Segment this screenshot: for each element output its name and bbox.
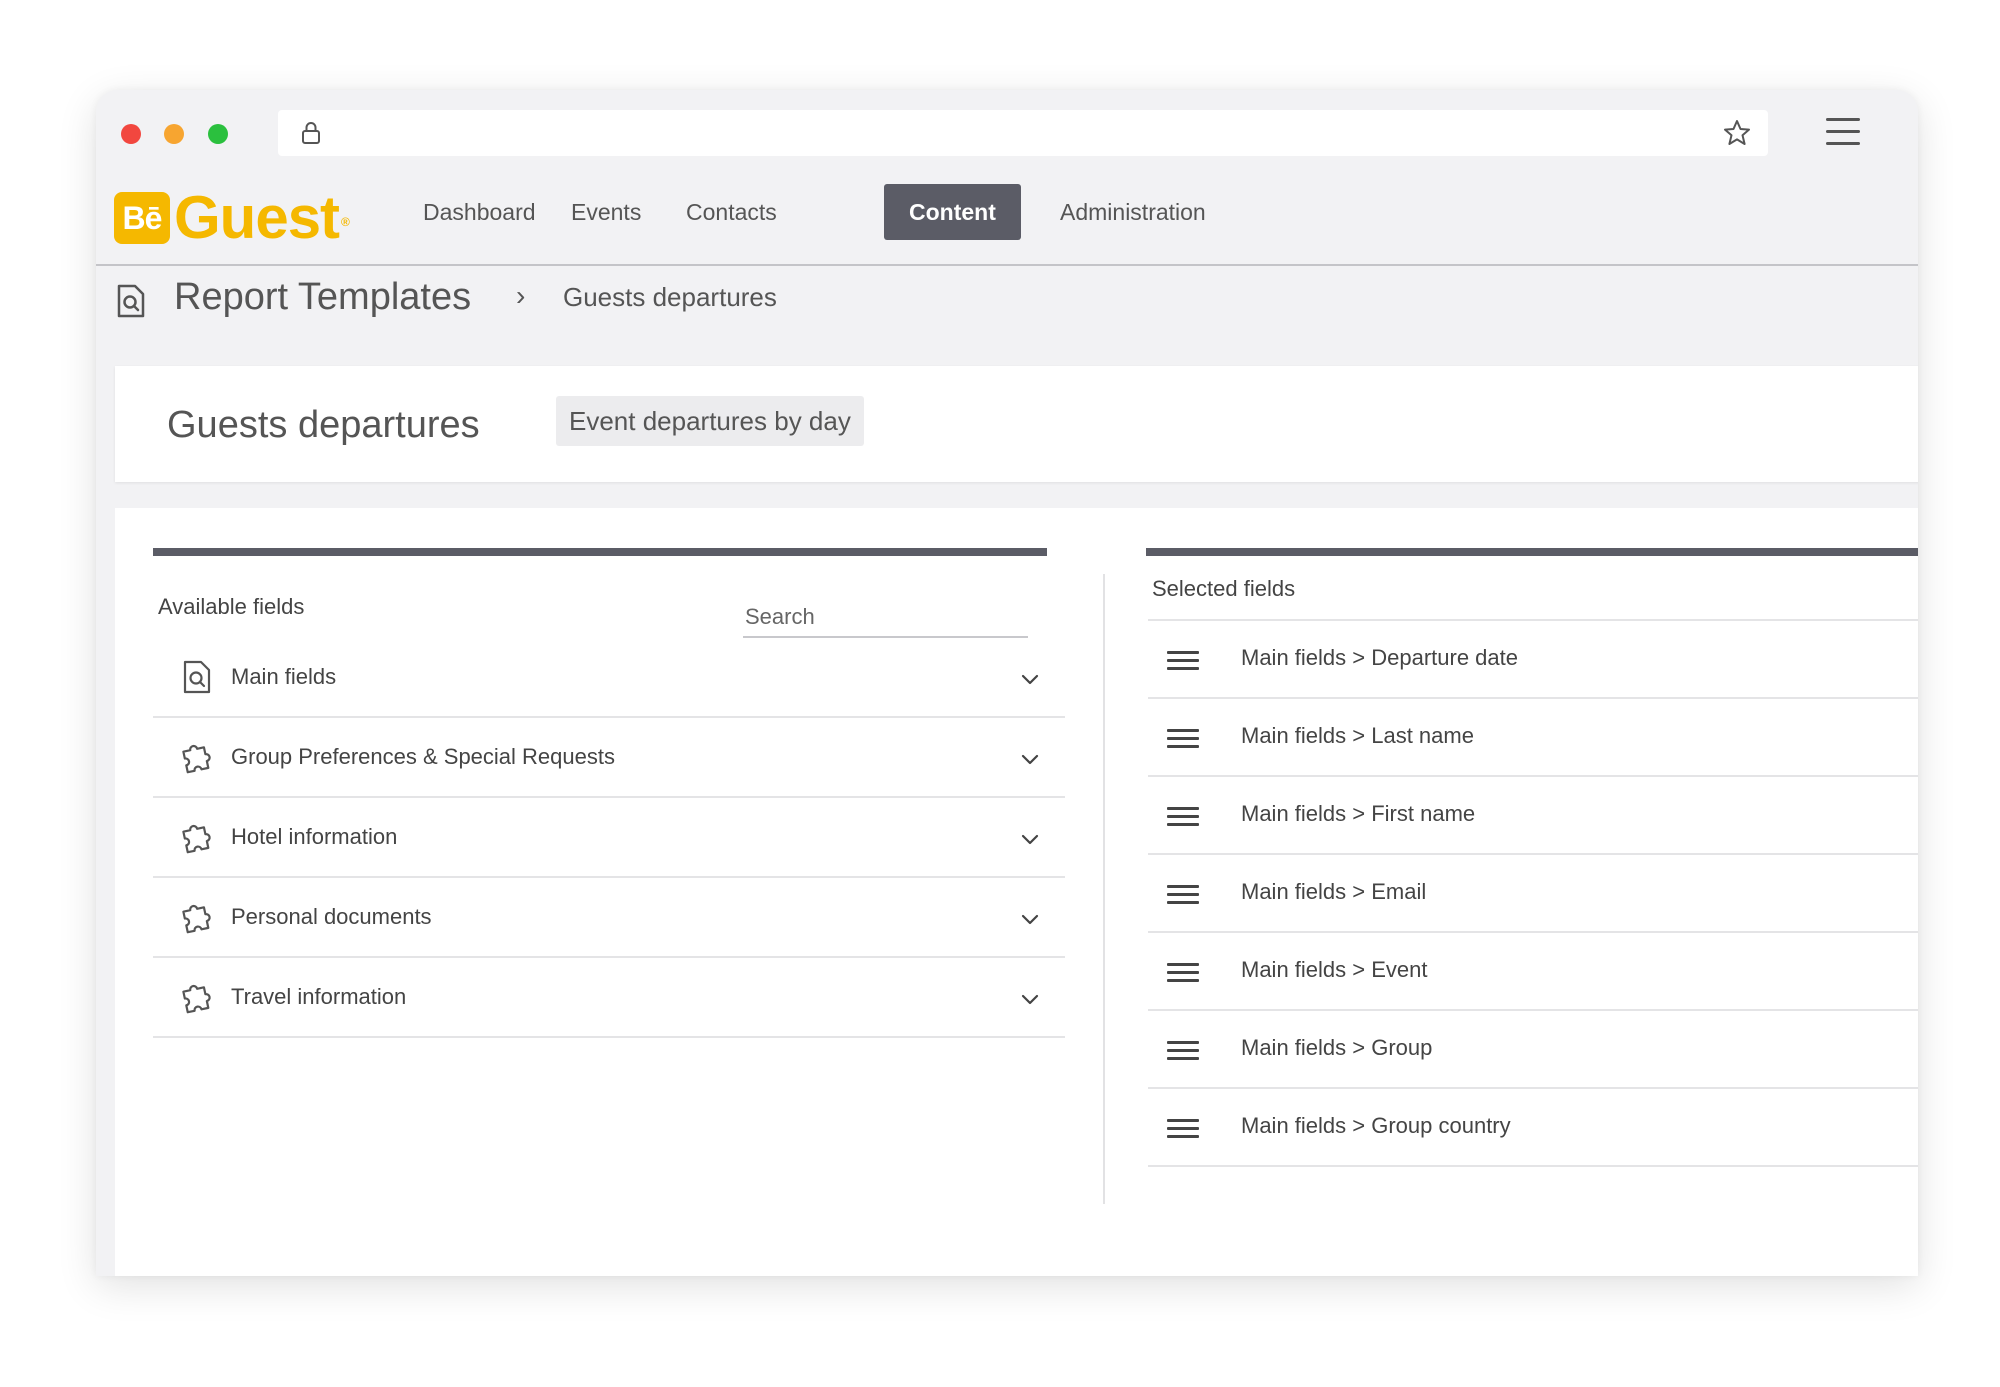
selected-field-row[interactable]: Main fields > Email bbox=[1148, 855, 1918, 933]
drag-handle-icon[interactable] bbox=[1167, 1041, 1199, 1061]
drag-handle-icon[interactable] bbox=[1167, 807, 1199, 827]
selected-field-row[interactable]: Main fields > Event bbox=[1148, 933, 1918, 1011]
field-group-travel-information[interactable]: Travel information bbox=[153, 958, 1065, 1038]
hamburger-icon[interactable] bbox=[1826, 118, 1860, 146]
field-group-personal-documents[interactable]: Personal documents bbox=[153, 878, 1065, 958]
search-input[interactable] bbox=[743, 600, 1032, 634]
chevron-down-icon[interactable] bbox=[1019, 908, 1041, 930]
available-fields-label: Available fields bbox=[158, 594, 305, 619]
document-search-icon bbox=[117, 284, 145, 318]
puzzle-icon bbox=[182, 744, 211, 774]
field-group-hotel-information[interactable]: Hotel information bbox=[153, 798, 1065, 878]
browser-chrome bbox=[96, 90, 1918, 174]
maximize-window-button[interactable] bbox=[208, 124, 228, 144]
nav-contacts[interactable]: Contacts bbox=[686, 184, 777, 240]
drag-handle-icon[interactable] bbox=[1167, 963, 1199, 983]
field-group-label: Hotel information bbox=[231, 824, 398, 849]
drag-handle-icon[interactable] bbox=[1167, 885, 1199, 905]
selected-fields-list: Main fields > Departure date Main fields… bbox=[1148, 619, 1918, 1167]
logo-text: Guest ® bbox=[174, 184, 350, 251]
close-window-button[interactable] bbox=[121, 124, 141, 144]
selected-field-row[interactable]: Main fields > First name bbox=[1148, 777, 1918, 855]
field-group-preferences[interactable]: Group Preferences & Special Requests bbox=[153, 718, 1065, 798]
report-type-badge: Event departures by day bbox=[556, 396, 864, 446]
available-panel-bar bbox=[153, 548, 1047, 556]
selected-field-row[interactable]: Main fields > Group country bbox=[1148, 1089, 1918, 1167]
selected-field-row[interactable]: Main fields > Last name bbox=[1148, 699, 1918, 777]
field-group-label: Personal documents bbox=[231, 904, 432, 929]
field-selector-card: Available fields Main fields Group Prefe… bbox=[115, 508, 1918, 1276]
beguest-logo[interactable]: Bē Guest ® bbox=[114, 184, 350, 251]
panel-divider bbox=[1103, 574, 1105, 1204]
minimize-window-button[interactable] bbox=[164, 124, 184, 144]
breadcrumb-separator: › bbox=[516, 280, 526, 311]
address-bar[interactable] bbox=[278, 110, 1768, 156]
app-navbar: Bē Guest ® Dashboard Events Contacts Cont… bbox=[96, 174, 1918, 266]
selected-field-row[interactable]: Main fields > Group bbox=[1148, 1011, 1918, 1089]
drag-handle-icon[interactable] bbox=[1167, 729, 1199, 749]
nav-dashboard[interactable]: Dashboard bbox=[423, 184, 536, 240]
puzzle-icon bbox=[182, 984, 211, 1014]
chevron-down-icon[interactable] bbox=[1019, 668, 1041, 690]
document-search-icon bbox=[183, 660, 211, 694]
selected-panel-bar bbox=[1146, 548, 1918, 556]
lock-icon bbox=[302, 122, 320, 144]
available-fields-list: Main fields Group Preferences & Special … bbox=[153, 638, 1065, 1038]
nav-content[interactable]: Content bbox=[884, 184, 1021, 240]
page-title: Guests departures bbox=[167, 404, 480, 446]
puzzle-icon bbox=[182, 824, 211, 854]
selected-field-label: Main fields > Last name bbox=[1241, 723, 1474, 748]
field-group-main-fields[interactable]: Main fields bbox=[153, 638, 1065, 718]
drag-handle-icon[interactable] bbox=[1167, 651, 1199, 671]
chevron-down-icon[interactable] bbox=[1019, 828, 1041, 850]
breadcrumb: Report Templates › Guests departures bbox=[96, 266, 1918, 356]
selected-field-label: Main fields > First name bbox=[1241, 801, 1476, 826]
puzzle-icon bbox=[182, 904, 211, 934]
selected-field-label: Main fields > Group country bbox=[1241, 1113, 1511, 1138]
nav-events[interactable]: Events bbox=[571, 184, 641, 240]
nav-administration[interactable]: Administration bbox=[1060, 184, 1206, 240]
field-group-label: Group Preferences & Special Requests bbox=[231, 744, 615, 769]
field-group-label: Main fields bbox=[231, 664, 337, 689]
selected-fields-label: Selected fields bbox=[1152, 576, 1296, 601]
field-group-label: Travel information bbox=[231, 984, 407, 1009]
selected-field-row[interactable]: Main fields > Departure date bbox=[1148, 621, 1918, 699]
drag-handle-icon[interactable] bbox=[1167, 1119, 1199, 1139]
selected-field-label: Main fields > Email bbox=[1241, 879, 1427, 904]
breadcrumb-root-link[interactable]: Report Templates bbox=[174, 276, 471, 319]
browser-window: Bē Guest ® Dashboard Events Contacts Cont… bbox=[96, 90, 1918, 1276]
star-icon[interactable] bbox=[1722, 118, 1752, 148]
breadcrumb-current: Guests departures bbox=[563, 282, 777, 312]
chevron-down-icon[interactable] bbox=[1019, 748, 1041, 770]
selected-field-label: Main fields > Departure date bbox=[1241, 645, 1518, 670]
selected-field-label: Main fields > Event bbox=[1241, 957, 1428, 982]
logo-badge: Bē bbox=[114, 192, 170, 244]
search-field-wrapper bbox=[743, 600, 1032, 638]
selected-field-label: Main fields > Group bbox=[1241, 1035, 1433, 1060]
chevron-down-icon[interactable] bbox=[1019, 988, 1041, 1010]
page-header-card: Guests departures Event departures by da… bbox=[115, 366, 1918, 482]
